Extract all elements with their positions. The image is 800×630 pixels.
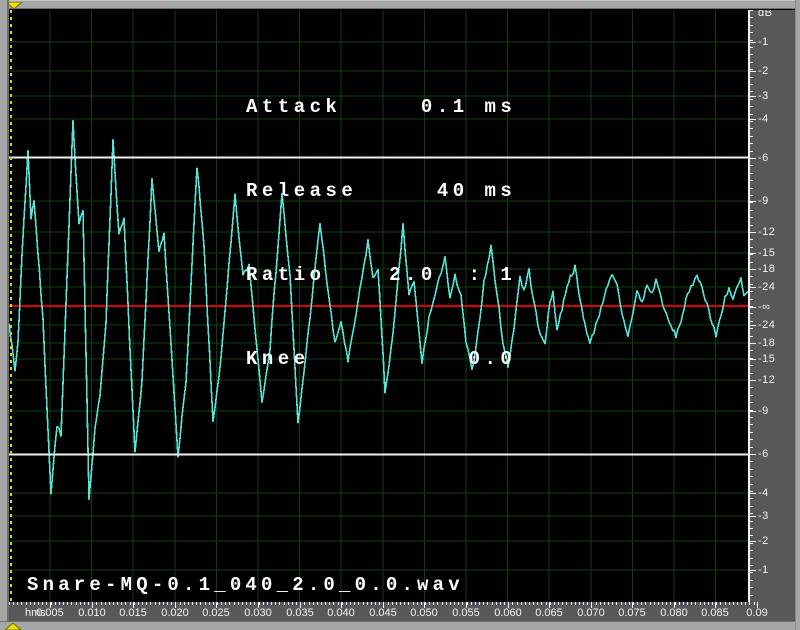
selection-marker-bottom-icon[interactable]	[5, 623, 22, 630]
time-axis-label: 0.005	[36, 607, 64, 619]
param-ratio: Ratio 2.0 : 1	[246, 261, 516, 289]
db-axis-label: -∞	[758, 301, 771, 313]
time-axis-label: 0.025	[202, 607, 230, 619]
compressor-params: Attack 0.1 ms Release 40 ms Ratio 2.0 : …	[246, 37, 516, 429]
db-axis-label: -24	[758, 281, 775, 293]
time-axis-label: 0.015	[119, 607, 147, 619]
db-axis-label: -2	[758, 65, 769, 77]
param-release: Release 40 ms	[246, 177, 516, 205]
time-axis-ruler[interactable]: hms 0.0050.0100.0150.0200.0250.0300.0350…	[9, 602, 800, 621]
time-axis-label: 0.085	[701, 607, 729, 619]
top-marker-bar[interactable]	[0, 0, 800, 9]
time-axis-label: 0.09	[746, 607, 767, 619]
time-axis-label: 0.020	[161, 607, 189, 619]
right-frame	[795, 0, 800, 630]
time-axis-label: 0.035	[286, 607, 314, 619]
db-axis-ruler[interactable]: dB -1 -2 -3 -4 -6 -9 -12 -15 -18 -24 -∞ -24 -18 -15 -12…	[750, 10, 795, 602]
bottom-marker-bar[interactable]	[0, 621, 800, 630]
waveform-plot[interactable]: Attack 0.1 ms Release 40 ms Ratio 2.0 : …	[9, 10, 748, 602]
time-axis-label: 0.070	[577, 607, 605, 619]
db-axis-label: -3	[758, 510, 769, 522]
db-axis-label: -12	[758, 226, 775, 238]
db-axis-label: -6	[758, 152, 769, 164]
time-axis-label: 0.010	[78, 607, 106, 619]
param-knee: Knee 0.0	[246, 345, 516, 373]
time-axis-label: 0.060	[494, 607, 522, 619]
time-axis-label: 0.050	[410, 607, 438, 619]
time-axis-label: 0.075	[618, 607, 646, 619]
db-axis-label: -18	[758, 337, 775, 349]
db-axis-label: dB	[758, 10, 772, 19]
time-axis-label: 0.055	[452, 607, 480, 619]
db-axis-label: -9	[758, 195, 769, 207]
db-axis-label: -9	[758, 405, 769, 417]
db-axis-label: -2	[758, 535, 769, 547]
left-frame	[0, 0, 9, 630]
time-axis-label: 0.040	[327, 607, 355, 619]
db-axis-label: -24	[758, 319, 775, 331]
db-axis-label: -1	[758, 36, 769, 48]
db-tick-marks	[750, 10, 758, 602]
db-axis-label: -15	[758, 353, 775, 365]
time-axis-label: 0.030	[244, 607, 272, 619]
db-axis-label: -3	[758, 90, 769, 102]
compressor-waveform-window: Attack 0.1 ms Release 40 ms Ratio 2.0 : …	[0, 0, 800, 630]
db-axis-label: -15	[758, 247, 775, 259]
time-axis-label: 0.065	[535, 607, 563, 619]
time-axis-label: 0.045	[369, 607, 397, 619]
db-axis-label: -4	[758, 487, 769, 499]
db-axis-label: -1	[758, 564, 769, 576]
filename-label: Snare-MQ-0.1_040_2.0_0.0.wav	[27, 574, 464, 596]
db-axis-label: -6	[758, 448, 769, 460]
db-axis-label: -12	[758, 374, 775, 386]
db-axis-label: -4	[758, 113, 769, 125]
time-axis-label: 0.080	[660, 607, 688, 619]
db-axis-label: -18	[758, 263, 775, 275]
param-attack: Attack 0.1 ms	[246, 93, 516, 121]
